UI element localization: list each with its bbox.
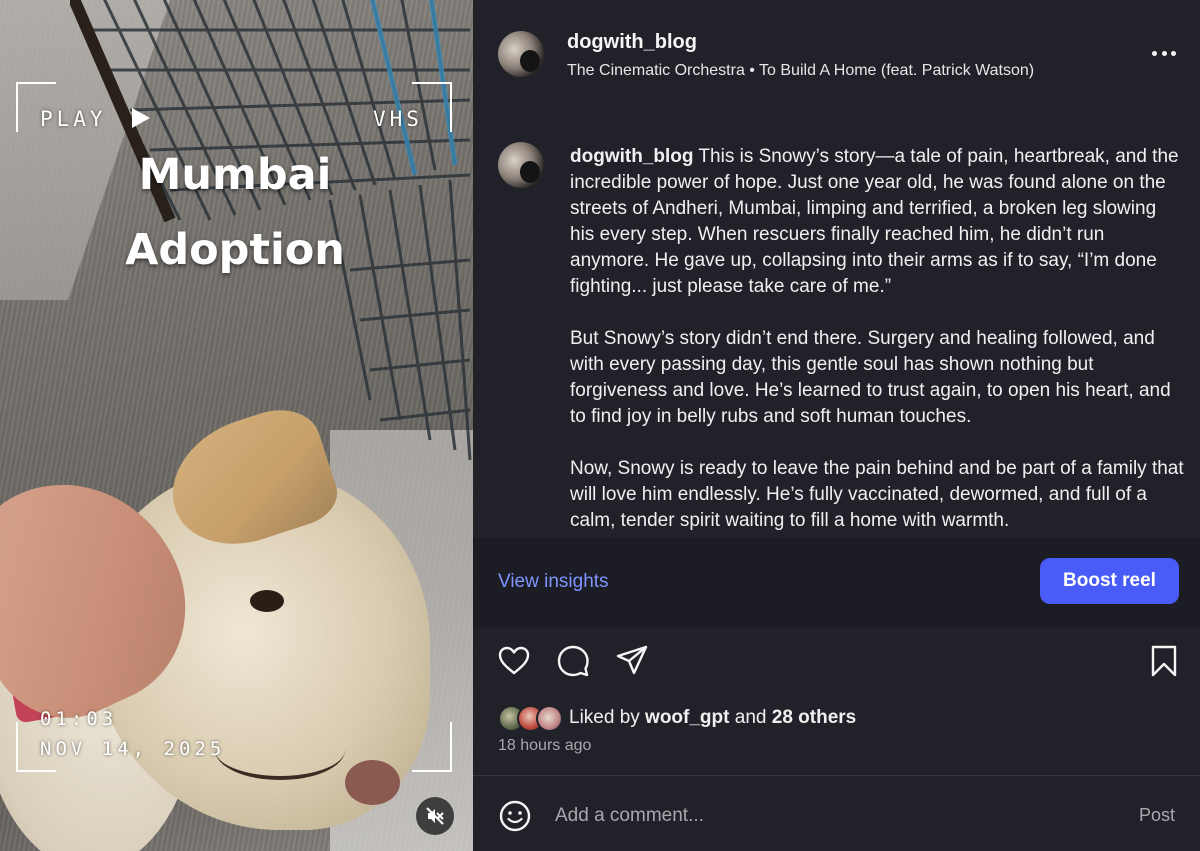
caption-paragraph: This is Snowy’s story—a tale of pain, he… [570,146,1179,297]
likes-row[interactable]: Liked by woof_gpt and 28 others [498,703,856,733]
vhs-date: NOV 14, 2025 [40,738,226,760]
video-title-line1: Mumbai [138,150,332,200]
dog-mouth [215,720,345,780]
post-comment-button[interactable]: Post [1139,805,1175,826]
caption-paragraph: Now, Snowy is ready to leave the pain be… [570,458,1184,531]
comment-input[interactable] [555,801,1115,831]
more-options-icon[interactable] [1149,40,1179,66]
emoji-icon[interactable] [498,799,532,833]
liked-by-others[interactable]: 28 others [772,707,856,728]
post-caption: dogwith_blog This is Snowy’s story—a tal… [570,144,1185,538]
liked-by-prefix: Liked by [569,707,646,728]
audio-track[interactable]: The Cinematic Orchestra • To Build A Hom… [567,62,1034,80]
video-title-line2: Adoption [125,225,345,275]
post-username[interactable]: dogwith_blog [567,31,697,54]
reel-video[interactable]: PLAY VHS Mumbai Adoption 01:03 NOV 14, 2… [0,0,473,851]
caption-avatar[interactable] [498,142,544,188]
share-icon[interactable] [615,644,649,678]
vhs-label: VHS [373,107,423,131]
speaker-muted-icon [426,807,444,825]
liked-by-text: Liked by woof_gpt and 28 others [569,707,856,729]
vhs-frame-corner [412,722,452,772]
play-triangle-icon [132,108,150,128]
view-insights-link[interactable]: View insights [498,571,609,593]
dog-eye [250,590,284,612]
boost-reel-button[interactable]: Boost reel [1040,558,1179,604]
liker-avatar [536,704,563,732]
liked-by-user[interactable]: woof_gpt [645,707,729,728]
mute-button[interactable] [416,797,454,835]
avatar[interactable] [498,31,544,77]
bookmark-icon[interactable] [1147,644,1181,678]
caption-username[interactable]: dogwith_blog [570,146,693,167]
post-panel: dogwith_blog The Cinematic Orchestra • T… [473,0,1200,851]
divider [473,775,1200,776]
vhs-play-label: PLAY [40,107,107,131]
vhs-timecode: 01:03 [40,708,118,730]
post-timestamp: 18 hours ago [498,737,592,754]
liked-by-and: and [729,707,772,728]
heart-icon[interactable] [497,644,531,678]
dog-nose [345,760,400,805]
comment-icon[interactable] [556,644,590,678]
caption-paragraph: But Snowy’s story didn’t end there. Surg… [570,328,1171,427]
